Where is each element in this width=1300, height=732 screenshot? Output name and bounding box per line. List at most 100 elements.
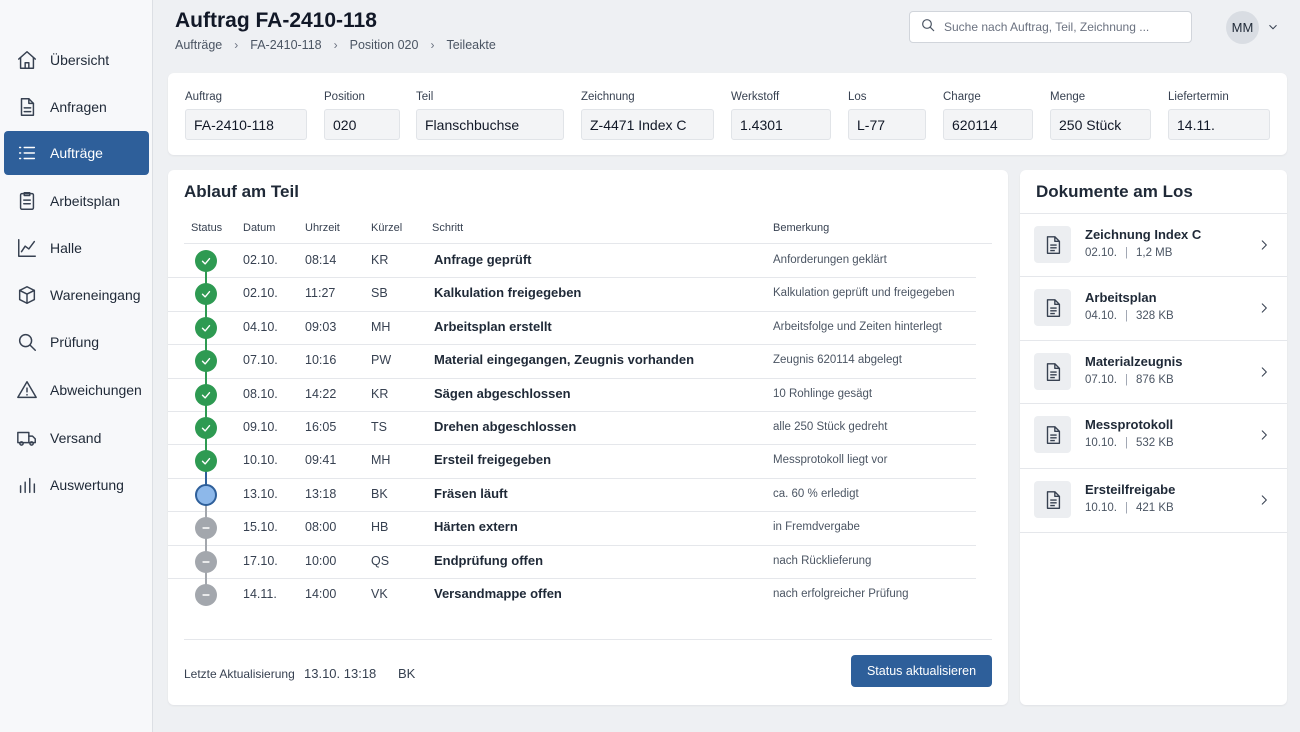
table-row[interactable]: 15.10. 08:00 HB Härten extern in Fremdvergab…	[184, 511, 992, 544]
chevron-right-icon	[1257, 238, 1271, 252]
file-icon	[1034, 481, 1071, 518]
field-value: 1.4301	[731, 109, 831, 140]
sidebar: Übersicht Anfragen Aufträge Arbeitsplan …	[0, 0, 153, 732]
table-row[interactable]: 08.10. 14:22 KR Sägen abgeschlossen 10 Rohli…	[184, 378, 992, 411]
box-icon	[4, 284, 50, 306]
document-size: 1,2 MB	[1135, 247, 1173, 259]
sidebar-item-auswertung[interactable]: Auswertung	[4, 463, 149, 507]
document-meta: 10.10. | 532 KB	[1085, 437, 1174, 449]
field-label: Auftrag	[185, 91, 223, 103]
cell-note: Kalkulation geprüft und freigegeben	[773, 287, 955, 300]
sidebar-item-versand[interactable]: Versand	[4, 416, 149, 460]
field-label: Position	[324, 91, 365, 103]
table-row[interactable]: 14.11. 14:00 VK Versandmappe offen nach erfo…	[184, 578, 992, 611]
chevron-right-icon: ›	[333, 38, 338, 52]
documents-panel: Dokumente am Los Zeichnung Index C 02.10.…	[1020, 170, 1287, 705]
document-date: 02.10.	[1085, 247, 1117, 259]
sidebar-item-halle[interactable]: Halle	[4, 226, 149, 270]
pending-circle-icon	[195, 550, 217, 573]
column-header-schritt: Schritt	[432, 222, 464, 234]
field-label: Charge	[943, 91, 981, 103]
field-value: L-77	[848, 109, 926, 140]
document-meta: 10.10. | 421 KB	[1085, 502, 1174, 514]
check-circle-icon	[195, 250, 217, 272]
cell-note: 10 Rohlinge gesägt	[773, 387, 873, 400]
cell-step: Kalkulation freigegeben	[434, 285, 582, 301]
sidebar-item-arbeitsplan[interactable]: Arbeitsplan	[4, 179, 149, 223]
sidebar-item-pruefung[interactable]: Prüfung	[4, 320, 149, 364]
warning-icon	[4, 379, 50, 401]
chevron-right-icon: ›	[234, 38, 239, 52]
document-date: 07.10.	[1085, 374, 1117, 386]
table-row[interactable]: 17.10. 10:00 QS Endprüfung offen nach Rückli…	[184, 545, 992, 578]
document-name: Materialzeugnis	[1085, 354, 1183, 369]
document-name: Arbeitsplan	[1085, 290, 1157, 305]
cell-note: nach Rücklieferung	[773, 554, 872, 567]
breadcrumb-item-auftraege[interactable]: Aufträge	[175, 38, 222, 52]
table-row[interactable]: 09.10. 16:05 TS Drehen abgeschlossen alle 25…	[184, 411, 992, 444]
cell-time: 10:00	[305, 553, 337, 568]
cell-note: in Fremdvergabe	[773, 521, 860, 534]
table-row[interactable]: 07.10. 10:16 PW Material eingegangen, Zeugn…	[184, 344, 992, 377]
separator: |	[1124, 437, 1128, 449]
check-circle-icon	[195, 417, 217, 439]
cell-note: nach erfolgreicher Prüfung	[773, 588, 909, 600]
document-item[interactable]: Ersteilfreigabe 10.10. | 421 KB	[1020, 468, 1287, 532]
document-date: 04.10.	[1085, 310, 1117, 322]
cell-date: 10.10.	[243, 453, 278, 468]
cell-step: Härten extern	[434, 519, 518, 535]
cell-date: 13.10.	[243, 486, 278, 501]
cell-user: MH	[371, 319, 391, 334]
breadcrumb-item-order[interactable]: FA-2410-118	[250, 38, 321, 52]
table-row[interactable]: 04.10. 09:03 MH Arbeitsplan erstellt Arbeits…	[184, 311, 992, 344]
field-label: Zeichnung	[581, 91, 635, 103]
table-row[interactable]: 10.10. 09:41 MH Ersteil freigegeben Messprot…	[184, 444, 992, 477]
chevron-right-icon	[1257, 301, 1271, 315]
sidebar-item-wareneingang[interactable]: Wareneingang	[4, 273, 149, 317]
chevron-right-icon	[1257, 428, 1271, 442]
cell-note: Messprotokoll liegt vor	[773, 454, 888, 467]
search-box[interactable]	[909, 11, 1192, 43]
sidebar-item-label: Prüfung	[50, 334, 100, 350]
cell-note: Anforderungen geklärt	[773, 254, 887, 266]
last-update-label: Letzte Aktualisierung	[184, 667, 295, 681]
check-circle-icon	[195, 350, 217, 373]
document-meta: 07.10. | 876 KB	[1085, 374, 1174, 386]
chevron-right-icon	[1257, 493, 1271, 507]
table-row[interactable]: 02.10. 11:27 SB Kalkulation freigegeben Kalk…	[184, 277, 992, 310]
search-input[interactable]	[944, 20, 1184, 34]
document-item[interactable]: Arbeitsplan 04.10. | 328 KB	[1020, 276, 1287, 340]
table-row[interactable]: 02.10. 08:14 KR Anfrage geprüft Anforderunge…	[184, 244, 992, 277]
avatar[interactable]: MM	[1226, 11, 1259, 44]
field-value: Z-4471 Index C	[581, 109, 714, 140]
document-item[interactable]: Zeichnung Index C 02.10. | 1,2 MB	[1020, 213, 1287, 277]
cell-date: 17.10.	[243, 553, 278, 568]
cell-user: QS	[371, 553, 390, 568]
clipboard-icon	[4, 190, 50, 212]
chevron-right-icon	[1257, 365, 1271, 379]
sidebar-item-uebersicht[interactable]: Übersicht	[4, 38, 149, 82]
field-label: Werkstoff	[731, 91, 780, 103]
document-item[interactable]: Messprotokoll 10.10. | 532 KB	[1020, 403, 1287, 467]
column-header-uhrzeit: Uhrzeit	[305, 222, 340, 234]
sidebar-item-auftraege[interactable]: Aufträge	[4, 131, 149, 175]
cell-user: BK	[371, 486, 388, 501]
cell-user: SB	[371, 286, 388, 301]
field-value: 020	[324, 109, 400, 140]
sidebar-item-anfragen[interactable]: Anfragen	[4, 85, 149, 129]
cell-time: 09:03	[305, 319, 337, 334]
chevron-down-icon[interactable]	[1266, 20, 1282, 36]
divider	[1020, 532, 1287, 533]
column-header-kuerzel: Kürzel	[371, 222, 403, 234]
table-row[interactable]: 13.10. 13:18 BK Fräsen läuft ca. 60 % erledi…	[184, 478, 992, 511]
check-circle-icon	[195, 316, 217, 339]
document-item[interactable]: Materialzeugnis 07.10. | 876 KB	[1020, 340, 1287, 404]
breadcrumb-item-position[interactable]: Position 020	[350, 38, 419, 52]
column-header-datum: Datum	[243, 222, 276, 234]
update-status-button[interactable]: Status aktualisieren	[851, 655, 992, 687]
sidebar-item-abweichungen[interactable]: Abweichungen	[4, 368, 149, 412]
sidebar-item-label: Halle	[50, 240, 82, 256]
cell-time: 09:41	[305, 453, 337, 468]
field-value: 14.11.	[1168, 109, 1270, 140]
cell-time: 13:18	[305, 486, 337, 501]
